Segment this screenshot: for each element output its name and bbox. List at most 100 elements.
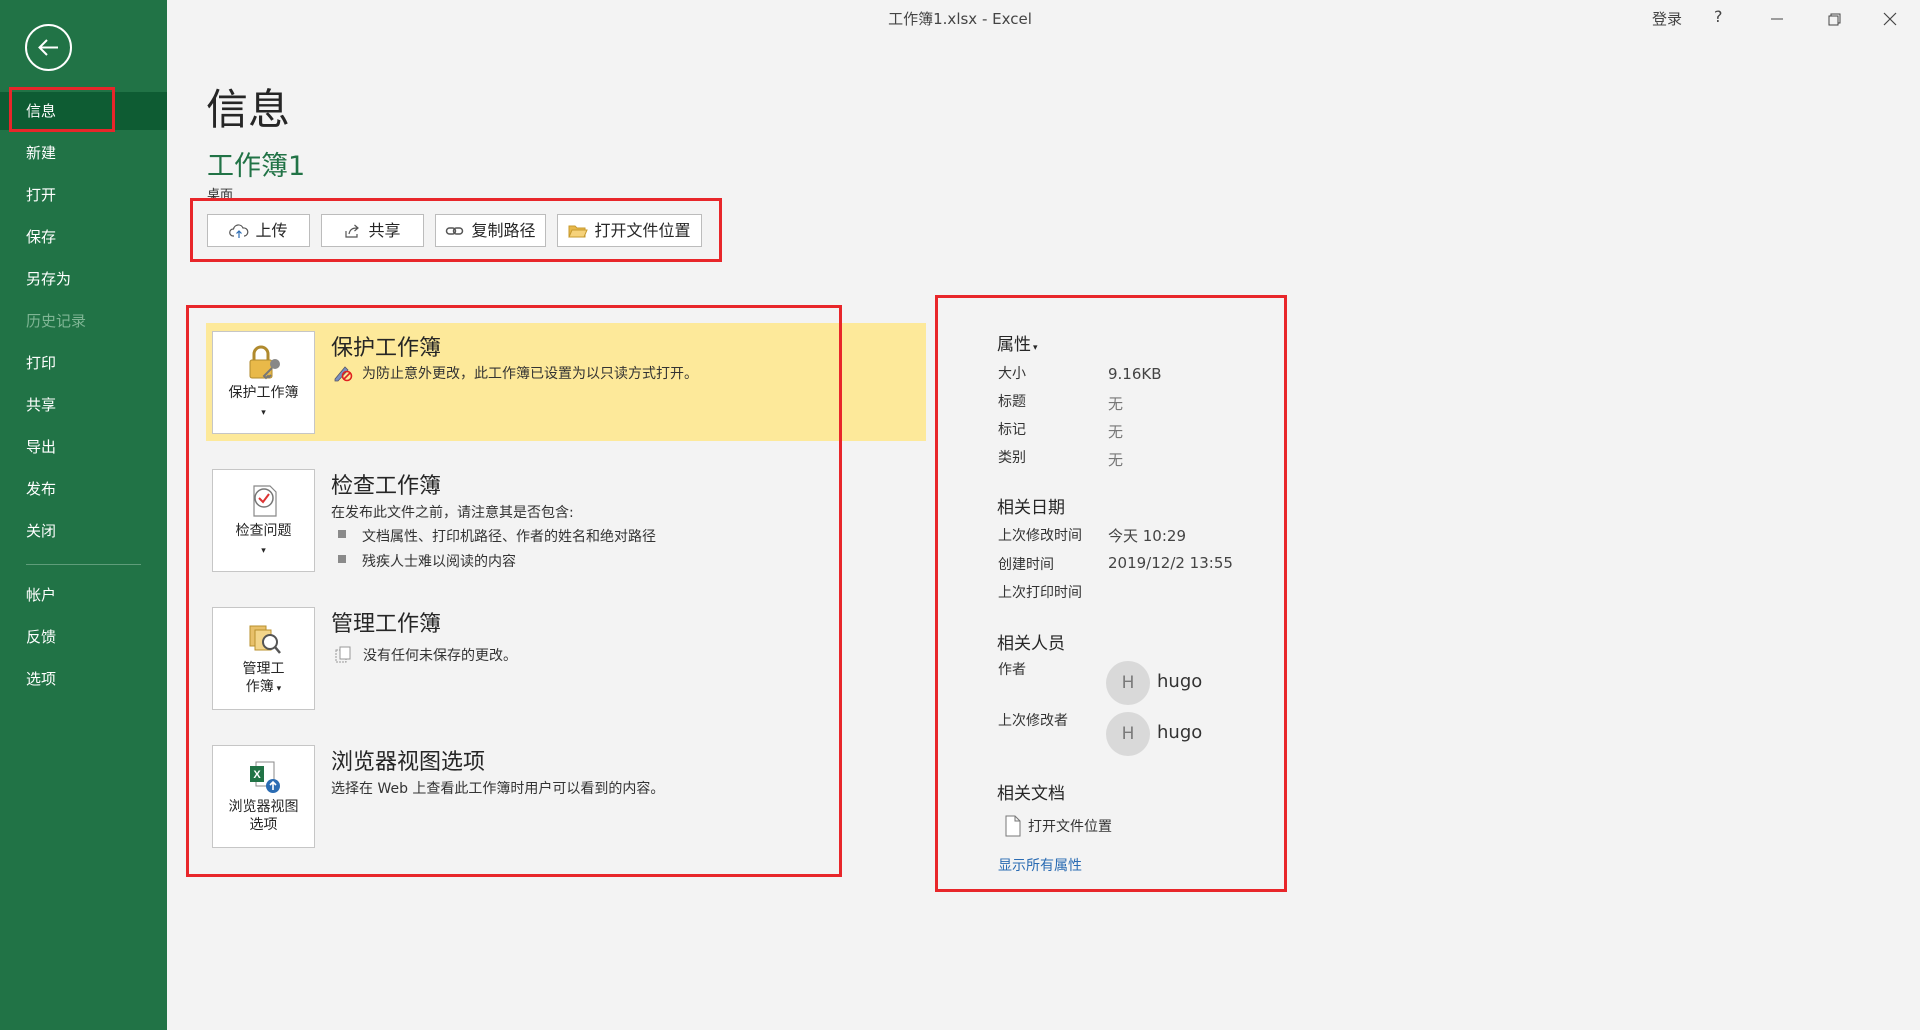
login-link[interactable]: 登录 bbox=[1652, 8, 1682, 29]
inspect-tile-label: 检查问题 bbox=[235, 523, 292, 539]
author-avatar[interactable]: H bbox=[1106, 661, 1150, 705]
read-only-edit-icon bbox=[334, 366, 353, 382]
manage-tile-label-1: 管理工 bbox=[242, 661, 285, 677]
inspect-title: 检查工作簿 bbox=[331, 474, 442, 499]
printed-label: 上次打印时间 bbox=[998, 585, 1082, 601]
nav-options[interactable]: 选项 bbox=[0, 660, 167, 698]
nav-info[interactable]: 信息 bbox=[0, 92, 167, 130]
protect-description: 为防止意外更改，此工作簿已设置为以只读方式打开。 bbox=[362, 366, 698, 382]
minimize-button[interactable] bbox=[1757, 4, 1797, 34]
copy-path-label: 复制路径 bbox=[471, 221, 536, 240]
manage-workbook-tile[interactable]: 管理工作簿 ▾ bbox=[212, 607, 315, 710]
chevron-down-icon: ▾ bbox=[1033, 343, 1038, 353]
upload-button[interactable]: 上传 bbox=[207, 214, 310, 247]
backstage-sidebar: 信息 新建 打开 保存 另存为 历史记录 打印 共享 导出 发布 关闭 帐户 反… bbox=[0, 0, 167, 1030]
bullet-icon bbox=[338, 555, 346, 563]
browser-title: 浏览器视图选项 bbox=[331, 750, 486, 775]
modifier-avatar[interactable]: H bbox=[1106, 712, 1150, 756]
protect-tile-label: 保护工作簿 bbox=[228, 385, 299, 401]
tags-label: 标记 bbox=[998, 422, 1026, 438]
manage-title: 管理工作簿 bbox=[331, 612, 442, 637]
link-icon bbox=[446, 226, 464, 235]
page-title: 信息 bbox=[206, 85, 291, 134]
window-title: 工作簿1.xlsx - Excel bbox=[888, 10, 1032, 28]
nav-feedback[interactable]: 反馈 bbox=[0, 618, 167, 656]
svg-text:X: X bbox=[253, 769, 261, 781]
inspect-dropdown-icon: ▾ bbox=[261, 546, 266, 556]
browser-description: 选择在 Web 上查看此工作簿时用户可以看到的内容。 bbox=[331, 781, 665, 797]
nav-save-as[interactable]: 另存为 bbox=[0, 260, 167, 298]
nav-publish[interactable]: 发布 bbox=[0, 470, 167, 508]
nav-account[interactable]: 帐户 bbox=[0, 576, 167, 614]
browser-tile-label-2: 选项 bbox=[249, 817, 278, 833]
close-window-button[interactable] bbox=[1870, 4, 1910, 34]
author-label: 作者 bbox=[998, 662, 1026, 678]
share-button[interactable]: 共享 bbox=[321, 214, 424, 247]
inspect-bullet-1: 文档属性、打印机路径、作者的姓名和绝对路径 bbox=[362, 529, 656, 545]
close-icon bbox=[1883, 12, 1897, 26]
nav-close[interactable]: 关闭 bbox=[0, 512, 167, 550]
back-arrow-icon bbox=[38, 39, 58, 56]
modified-value: 今天 10:29 bbox=[1108, 527, 1186, 545]
manage-dropdown-icon: ▾ bbox=[273, 684, 282, 694]
restore-icon bbox=[1828, 13, 1841, 26]
protect-dropdown-icon: ▾ bbox=[261, 408, 266, 418]
manage-description: 没有任何未保存的更改。 bbox=[363, 648, 517, 664]
dates-heading: 相关日期 bbox=[997, 498, 1065, 518]
copy-path-button[interactable]: 复制路径 bbox=[435, 214, 546, 247]
nav-print[interactable]: 打印 bbox=[0, 344, 167, 382]
minimize-icon bbox=[1771, 18, 1783, 20]
protect-title: 保护工作簿 bbox=[331, 336, 442, 361]
document-icon bbox=[1005, 815, 1021, 837]
people-heading: 相关人员 bbox=[997, 634, 1065, 654]
docs-heading: 相关文档 bbox=[997, 784, 1065, 804]
category-label: 类别 bbox=[998, 450, 1026, 466]
nav-new[interactable]: 新建 bbox=[0, 134, 167, 172]
unsaved-changes-icon bbox=[335, 646, 351, 663]
back-button[interactable] bbox=[25, 24, 72, 71]
protect-workbook-tile[interactable]: 保护工作簿 ▾ bbox=[212, 331, 315, 434]
properties-heading: 属性 bbox=[997, 335, 1031, 355]
title-label: 标题 bbox=[998, 394, 1026, 410]
excel-web-icon: X bbox=[249, 761, 280, 793]
check-for-issues-tile[interactable]: 检查问题 ▾ bbox=[212, 469, 315, 572]
workbook-name: 工作簿1 bbox=[207, 151, 306, 182]
nav-save[interactable]: 保存 bbox=[0, 218, 167, 256]
nav-open[interactable]: 打开 bbox=[0, 176, 167, 214]
size-value: 9.16KB bbox=[1108, 365, 1162, 383]
workbook-location: 桌面 bbox=[207, 188, 234, 203]
properties-dropdown[interactable]: 属性 ▾ bbox=[997, 330, 1038, 355]
inspect-description: 在发布此文件之前，请注意其是否包含: bbox=[331, 505, 574, 521]
created-label: 创建时间 bbox=[998, 557, 1054, 573]
lock-key-icon bbox=[249, 345, 280, 380]
show-all-properties-link[interactable]: 显示所有属性 bbox=[998, 855, 1082, 875]
share-icon bbox=[345, 224, 360, 238]
nav-export[interactable]: 导出 bbox=[0, 428, 167, 466]
inspect-bullet-2: 残疾人士难以阅读的内容 bbox=[362, 554, 516, 570]
open-file-location-button[interactable]: 打开文件位置 bbox=[557, 214, 702, 247]
author-name[interactable]: hugo bbox=[1157, 671, 1202, 692]
open-file-location-link[interactable]: 打开文件位置 bbox=[1028, 816, 1112, 836]
tags-value[interactable]: 无 bbox=[1108, 421, 1123, 442]
folder-icon bbox=[568, 225, 589, 237]
manage-documents-icon bbox=[249, 625, 281, 654]
open-file-location-label: 打开文件位置 bbox=[594, 221, 691, 240]
modifier-name[interactable]: hugo bbox=[1157, 722, 1202, 743]
nav-share[interactable]: 共享 bbox=[0, 386, 167, 424]
title-value[interactable]: 无 bbox=[1108, 393, 1123, 414]
help-button[interactable]: ? bbox=[1714, 7, 1723, 26]
annotation-box-properties bbox=[935, 295, 1287, 892]
upload-label: 上传 bbox=[255, 221, 288, 240]
nav-divider bbox=[26, 564, 141, 565]
bullet-icon bbox=[338, 530, 346, 538]
created-value: 2019/12/2 13:55 bbox=[1108, 554, 1233, 572]
category-value[interactable]: 无 bbox=[1108, 449, 1123, 470]
restore-button[interactable] bbox=[1814, 4, 1854, 34]
browser-view-options-tile[interactable]: X 浏览器视图选项 bbox=[212, 745, 315, 848]
manage-tile-label-2: 作簿 bbox=[245, 679, 274, 695]
cloud-upload-icon bbox=[229, 223, 249, 238]
inspect-document-icon bbox=[252, 485, 277, 517]
browser-tile-label-1: 浏览器视图 bbox=[228, 799, 299, 815]
size-label: 大小 bbox=[998, 366, 1026, 382]
modified-label: 上次修改时间 bbox=[998, 528, 1082, 544]
